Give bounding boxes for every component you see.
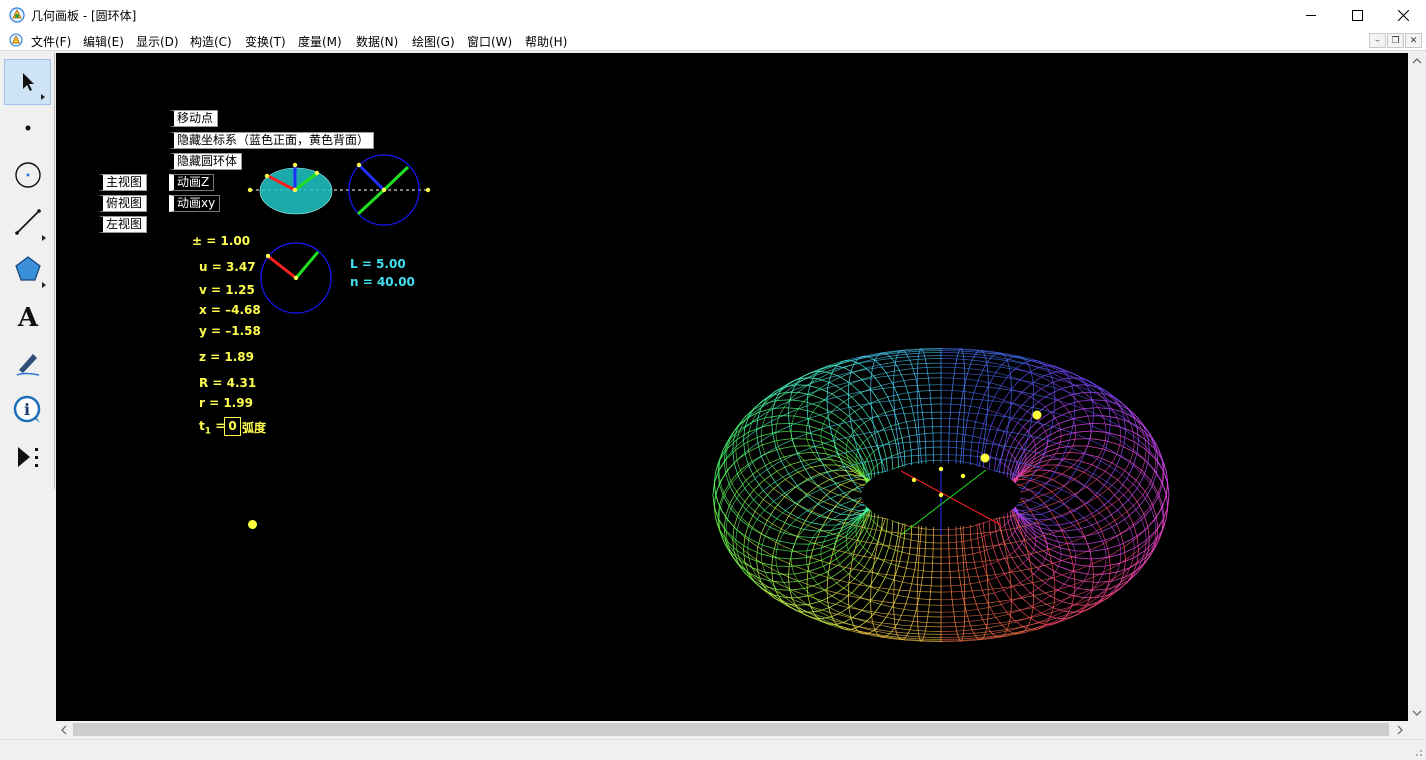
selection-arrow-tool[interactable] [4, 59, 51, 105]
hide-axes-button[interactable]: 隐藏坐标系（蓝色正面，黄色背面） [169, 132, 375, 149]
horizontal-scroll-thumb[interactable] [73, 723, 1389, 736]
measure-x[interactable]: x = –4.68 [199, 303, 261, 317]
hide-torus-button[interactable]: 隐藏圆环体 [169, 153, 243, 170]
straightedge-tool[interactable] [4, 199, 51, 245]
text-tool[interactable]: A [4, 293, 51, 339]
scroll-down-icon[interactable] [1408, 705, 1426, 721]
menu-edit[interactable]: 编辑(E) [83, 33, 124, 50]
doc-minimize-button[interactable]: – [1369, 33, 1386, 48]
point-tool[interactable] [4, 105, 51, 151]
measure-y[interactable]: y = –1.58 [199, 324, 261, 338]
menu-help[interactable]: 帮助(H) [525, 33, 567, 50]
free-point[interactable] [248, 520, 257, 529]
measure-r[interactable]: r = 1.99 [199, 396, 253, 410]
title-bar: 几何画板 - [圆环体] [0, 0, 1426, 30]
toolbox: A i [0, 53, 55, 489]
doc-minimize-icon: – [1375, 35, 1380, 46]
polygon-icon [14, 256, 41, 281]
document-icon[interactable] [9, 33, 23, 47]
scroll-up-icon[interactable] [1408, 53, 1426, 69]
measure-n[interactable]: n = 40.00 [350, 275, 415, 289]
animate-xy-button[interactable]: 动画xy [169, 195, 221, 212]
measure-v[interactable]: v = 1.25 [199, 283, 255, 297]
doc-close-button[interactable]: ✕ [1405, 33, 1422, 48]
doc-close-icon: ✕ [1409, 35, 1418, 46]
close-button[interactable] [1380, 0, 1426, 30]
compass-tool[interactable] [4, 152, 51, 198]
scroll-left-icon[interactable] [56, 721, 72, 739]
parameter-t1-unit: 弧度 [242, 421, 267, 435]
resize-grip-icon[interactable] [1411, 745, 1423, 757]
information-icon: i [13, 395, 40, 423]
menu-construct[interactable]: 构造(C) [190, 33, 232, 50]
mini-preview-diagram [247, 154, 431, 314]
front-view-button[interactable]: 主视图 [98, 174, 148, 191]
custom-tool[interactable] [4, 434, 51, 480]
menu-graph[interactable]: 绘图(G) [412, 33, 455, 50]
measure-R[interactable]: R = 4.31 [199, 376, 256, 390]
sketch-canvas[interactable]: 移动点 隐藏坐标系（蓝色正面，黄色背面） 隐藏圆环体 动画Z 动画xy 主视图 … [56, 53, 1408, 721]
app-logo-icon [9, 7, 25, 23]
animate-z-button[interactable]: 动画Z [169, 174, 215, 191]
information-tool[interactable]: i [4, 387, 51, 433]
straightedge-icon [14, 209, 41, 235]
marker-tool[interactable] [4, 340, 51, 386]
parameter-t1-input[interactable]: 0 [224, 417, 241, 436]
close-icon [1397, 9, 1409, 21]
selection-arrow-icon [22, 73, 34, 91]
parameter-t1-label: t1 = [199, 419, 226, 437]
top-view-button[interactable]: 俯视图 [98, 195, 148, 212]
marker-icon [16, 354, 39, 376]
menu-window[interactable]: 窗口(W) [467, 33, 512, 50]
measure-u[interactable]: u = 3.47 [199, 260, 256, 274]
compass-icon [14, 162, 41, 188]
minimize-icon [1305, 14, 1316, 16]
menu-bar: 文件(F) 编辑(E) 显示(D) 构造(C) 变换(T) 度量(M) 数据(N… [0, 30, 1426, 51]
menu-file[interactable]: 文件(F) [31, 33, 71, 50]
doc-restore-button[interactable]: ❐ [1387, 33, 1404, 48]
horizontal-scrollbar[interactable] [56, 721, 1408, 739]
polygon-tool[interactable] [4, 246, 51, 292]
text-icon: A [16, 303, 38, 331]
window-title: 几何画板 - [圆环体] [31, 9, 137, 23]
svg-text:A: A [16, 303, 38, 331]
vertical-scrollbar[interactable] [1408, 53, 1426, 721]
maximize-button[interactable] [1334, 0, 1380, 30]
menu-transform[interactable]: 变换(T) [245, 33, 286, 50]
minimize-button[interactable] [1288, 0, 1334, 30]
measure-plus-minus[interactable]: ± = 1.00 [192, 234, 250, 248]
measure-L[interactable]: L = 5.00 [350, 257, 406, 271]
menu-display[interactable]: 显示(D) [136, 33, 179, 50]
doc-restore-icon: ❐ [1391, 35, 1400, 46]
status-bar [0, 739, 1426, 760]
maximize-icon [1351, 9, 1363, 21]
menu-measure[interactable]: 度量(M) [298, 33, 342, 50]
left-view-button[interactable]: 左视图 [98, 216, 148, 233]
move-point-button[interactable]: 移动点 [169, 110, 219, 127]
point-icon [25, 125, 30, 131]
measure-z[interactable]: z = 1.89 [199, 350, 254, 364]
svg-text:i: i [23, 400, 29, 419]
custom-tool-icon [17, 447, 38, 467]
menu-data[interactable]: 数据(N) [356, 33, 398, 50]
scroll-right-icon[interactable] [1392, 721, 1408, 739]
